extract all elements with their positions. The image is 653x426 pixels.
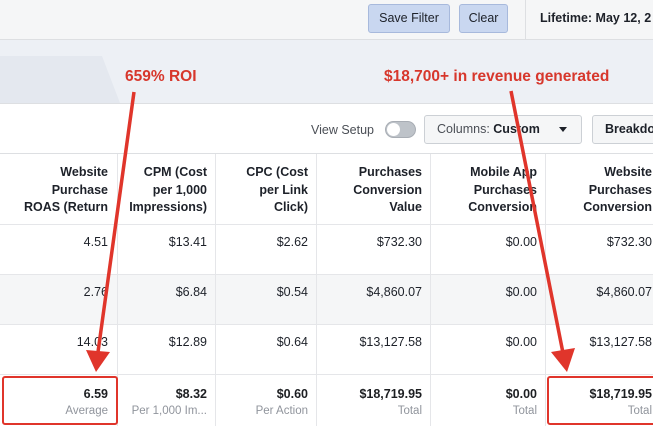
cell-conversion-value: $13,127.58: [359, 335, 422, 349]
table-toolbar: View Setup Columns: Custom Breakdo: [0, 103, 653, 153]
view-setup-label: View Setup: [311, 123, 375, 137]
columns-dropdown[interactable]: Columns: Custom: [424, 115, 582, 144]
column-divider: [545, 154, 546, 426]
total-conversion-value: $18,719.95: [359, 387, 422, 401]
total-conversion-value-label: Total: [397, 405, 422, 417]
columns-prefix: Columns:: [437, 122, 494, 136]
row-divider: [0, 224, 653, 225]
row-divider: [0, 274, 653, 275]
total-mobile-conversion-label: Total: [512, 405, 537, 417]
cell-cpm: $6.84: [175, 285, 207, 299]
caret-down-icon: [559, 127, 567, 132]
total-cpc: $0.60: [276, 387, 308, 401]
columns-value: Custom: [493, 122, 540, 136]
row-band: [0, 274, 653, 324]
cell-website-conversion: $13,127.58: [589, 335, 652, 349]
header-mobile-app-purchases-conversion[interactable]: Mobile App Purchases Conversion: [468, 164, 537, 217]
roi-annotation: 659% ROI: [125, 68, 197, 85]
row-divider: [0, 324, 653, 325]
total-cpm-label: Per 1,000 Im...: [131, 405, 207, 417]
cell-cpc: $0.64: [276, 335, 308, 349]
breakdown-dropdown[interactable]: Breakdo: [592, 115, 653, 144]
column-divider: [215, 154, 216, 426]
cell-conversion-value: $732.30: [376, 235, 422, 249]
row-divider: [0, 374, 653, 375]
clear-button[interactable]: Clear: [459, 4, 508, 33]
cell-conversion-value: $4,860.07: [366, 285, 422, 299]
cell-cpm: $12.89: [168, 335, 207, 349]
toggle-knob: [387, 123, 400, 136]
total-mobile-conversion: $0.00: [505, 387, 537, 401]
total-cpm: $8.32: [175, 387, 207, 401]
cell-roas: 4.51: [83, 235, 108, 249]
view-setup-toggle[interactable]: [385, 121, 416, 138]
revenue-annotation: $18,700+ in revenue generated: [384, 68, 610, 85]
divider: [525, 0, 526, 40]
column-divider: [316, 154, 317, 426]
cell-cpm: $13.41: [168, 235, 207, 249]
header-cpm[interactable]: CPM (Cost per 1,000 Impressions): [129, 164, 207, 217]
cell-website-conversion: $732.30: [606, 235, 652, 249]
revenue-highlight-box: [547, 376, 653, 425]
cell-cpc: $2.62: [276, 235, 308, 249]
header-cpc[interactable]: CPC (Cost per Link Click): [246, 164, 308, 217]
roas-highlight-box: [2, 376, 118, 425]
save-filter-button[interactable]: Save Filter: [368, 4, 450, 33]
cell-mobile-conversion: $0.00: [505, 335, 537, 349]
tab[interactable]: [0, 56, 120, 103]
cell-cpc: $0.54: [276, 285, 308, 299]
header-website-purchases-conversion[interactable]: Website Purchases Conversion: [583, 164, 652, 217]
date-range-selector[interactable]: Lifetime: May 12, 2: [540, 11, 651, 25]
column-divider: [430, 154, 431, 426]
header-purchases-conversion-value[interactable]: Purchases Conversion Value: [353, 164, 422, 217]
cell-mobile-conversion: $0.00: [505, 235, 537, 249]
ads-report-table: Website Purchase ROAS (Return CPM (Cost per…: [0, 153, 653, 426]
header-website-purchase-roas[interactable]: Website Purchase ROAS (Return: [24, 164, 108, 217]
filter-bar: Save Filter Clear Lifetime: May 12, 2: [0, 0, 653, 40]
cell-website-conversion: $4,860.07: [596, 285, 652, 299]
cell-roas: 14.03: [76, 335, 108, 349]
cell-mobile-conversion: $0.00: [505, 285, 537, 299]
total-cpc-label: Per Action: [255, 405, 308, 417]
cell-roas: 2.76: [83, 285, 108, 299]
